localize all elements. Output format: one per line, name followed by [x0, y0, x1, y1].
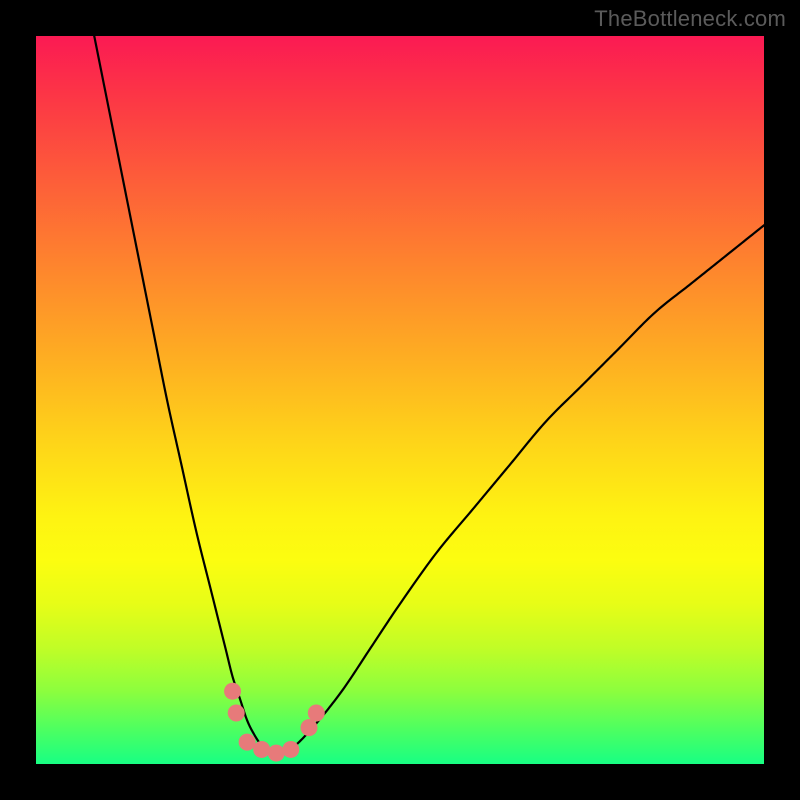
trough-marker — [282, 741, 299, 758]
curve-left-falling-curve — [94, 36, 276, 757]
trough-marker — [268, 745, 285, 762]
trough-marker — [239, 734, 256, 751]
trough-marker — [224, 683, 241, 700]
curve-right-rising-curve — [276, 225, 764, 756]
watermark-text: TheBottleneck.com — [594, 6, 786, 32]
curves-group — [94, 36, 764, 757]
markers-group — [224, 683, 325, 762]
chart-svg — [36, 36, 764, 764]
chart-frame: TheBottleneck.com — [0, 0, 800, 800]
trough-marker — [301, 719, 318, 736]
plot-area — [36, 36, 764, 764]
trough-marker — [253, 741, 270, 758]
trough-marker — [228, 705, 245, 722]
trough-marker — [308, 705, 325, 722]
